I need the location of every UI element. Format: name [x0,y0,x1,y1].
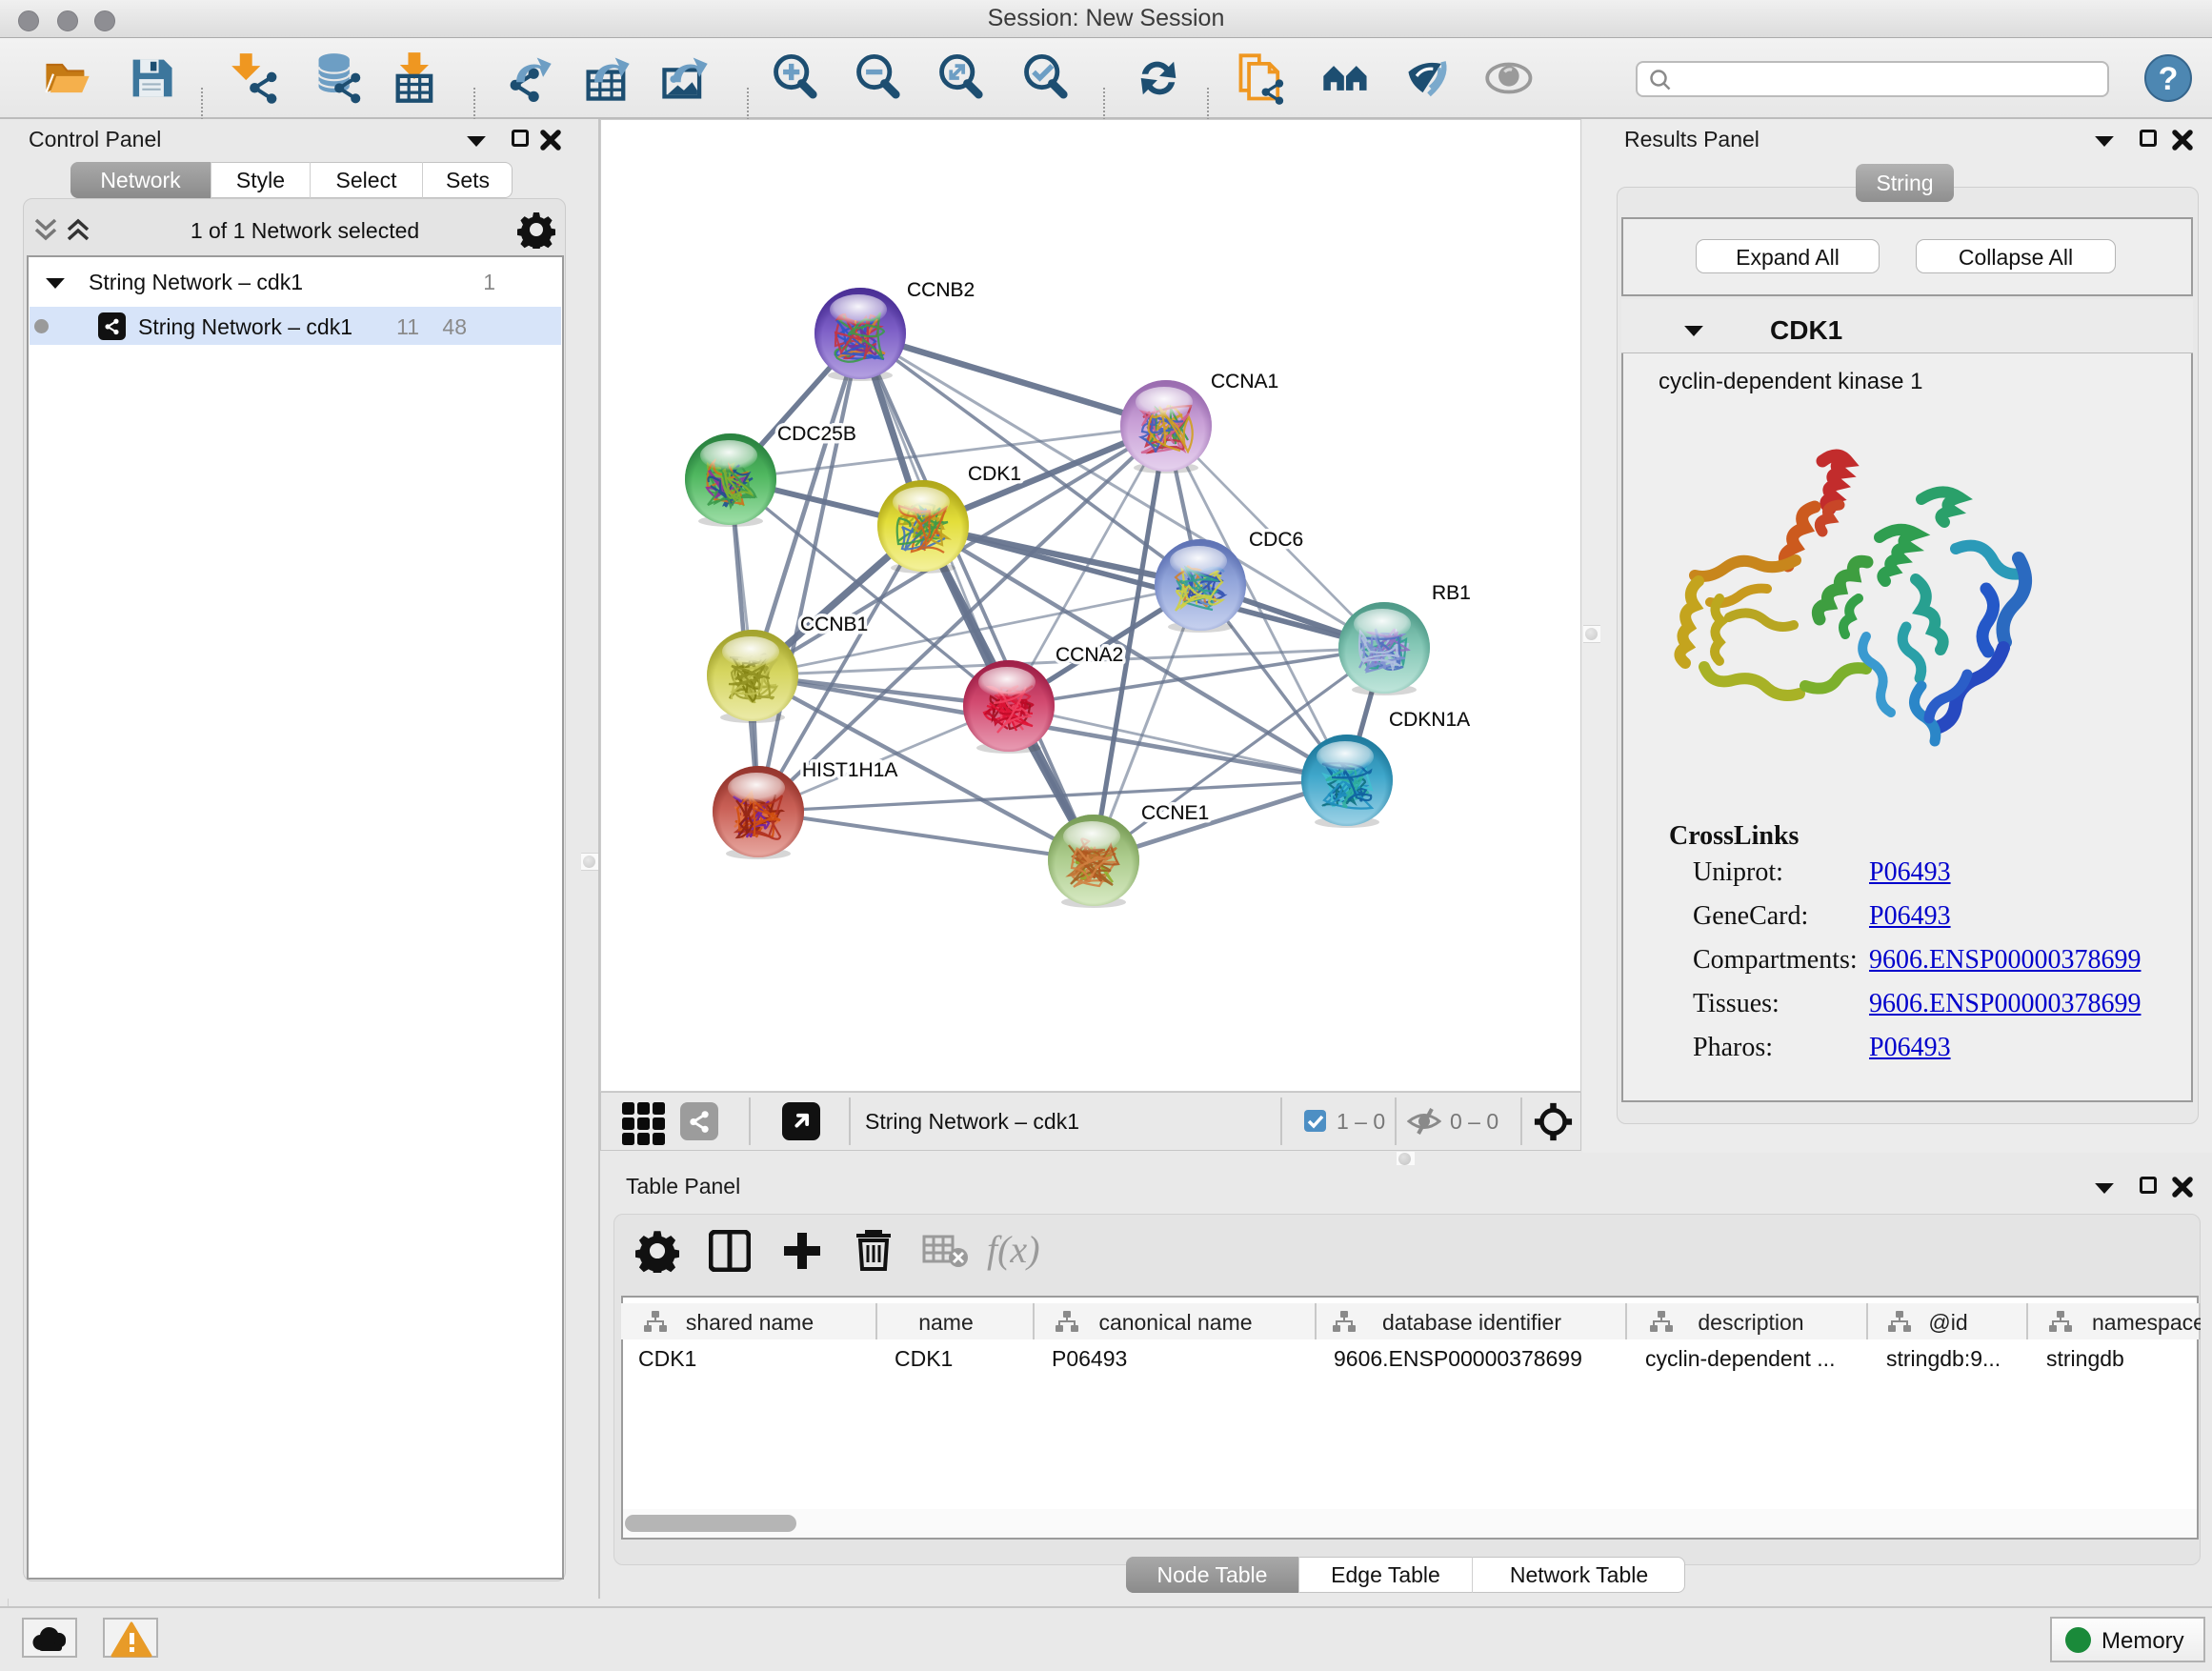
svg-text:CCNA1: CCNA1 [1211,371,1278,393]
svg-text:CCNA2: CCNA2 [1056,644,1123,666]
svg-text:CCNB2: CCNB2 [907,279,975,301]
svg-text:HIST1H1A: HIST1H1A [802,759,897,781]
svg-text:CDK1: CDK1 [968,463,1021,485]
svg-text:CCNE1: CCNE1 [1141,802,1209,824]
svg-text:CDC6: CDC6 [1249,529,1303,551]
svg-text:CDKN1A: CDKN1A [1389,709,1470,731]
svg-text:CDC25B: CDC25B [777,423,856,445]
svg-text:CCNB1: CCNB1 [800,614,868,635]
svg-text:RB1: RB1 [1432,582,1471,604]
